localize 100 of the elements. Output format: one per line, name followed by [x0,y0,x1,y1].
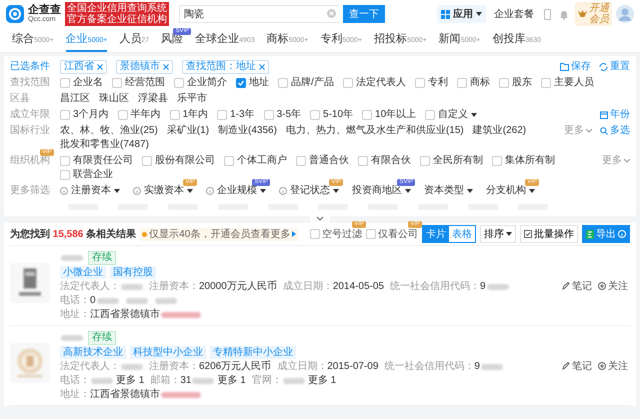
filter-dropdown[interactable]: 实缴资本 [133,184,193,198]
refresh-icon [599,63,608,71]
selected-filter-tag[interactable]: 查找范围：地址 [182,60,269,74]
filter-checkbox[interactable]: 半年内 [118,108,161,122]
filter-checkbox[interactable]: 企业简介 [174,76,227,90]
filter-checkbox[interactable]: 普通合伙 [296,154,349,168]
filter-dropdown[interactable]: 分支机构 [486,184,535,198]
filter-checkbox[interactable]: 仅看公司 [366,227,418,241]
field-label: 电话： [60,294,90,307]
view-toggle[interactable]: 卡片 [423,226,449,242]
filter-option[interactable]: 建筑业(262) [472,124,526,138]
logo-icon[interactable] [6,5,24,23]
side-filter-button[interactable]: 年份 [600,108,630,122]
side-filter-button[interactable]: 多选 [600,124,630,138]
filter-dropdown[interactable]: 企业规模 [206,184,266,198]
caret-icon [292,231,296,237]
chevron-down-icon [624,159,630,163]
caret-icon [187,189,193,193]
filter-label: 更多筛选 [10,185,50,196]
field-label: 地址： [60,388,90,401]
field-label: 地址： [60,308,90,321]
field-value: 9 [480,280,486,293]
search-field[interactable]: 陶瓷 [179,5,339,23]
filter-checkbox[interactable]: 有限合伙 [358,154,411,168]
filter-option[interactable]: 昌江区 [60,92,90,106]
field-value: 江西省景德镇市 [90,308,160,321]
search-icon [600,127,608,135]
blurred-text [161,312,201,318]
close-icon[interactable] [97,64,103,70]
caret-icon [476,12,482,16]
filter-checkbox[interactable]: 3个月内 [60,108,109,122]
filter-option[interactable]: 批发和零售业(7487) [60,138,149,152]
filter-option[interactable]: 农、林、牧、渔业(25) [60,124,158,138]
member-notice[interactable]: 仅显示40条，开通会员查看更多 [140,228,298,240]
bell-icon[interactable] [559,8,569,20]
filter-checkbox[interactable]: 全民所有制 [420,154,483,168]
filter-checkbox[interactable]: 1年内 [170,108,208,122]
batch-button[interactable]: 批量操作 [520,225,578,243]
filter-checkbox[interactable]: 个体工商户 [224,154,287,168]
field-value: 2015-07-09 [327,360,378,373]
filter-checkbox[interactable]: 5-10年 [310,108,354,122]
filter-checkbox[interactable]: 联营企业 [60,168,113,182]
filter-checkbox[interactable]: 股份有限公司 [142,154,215,168]
more-link[interactable]: 更多 1 [217,374,246,387]
filter-checkbox[interactable]: 集体所有制 [492,154,555,168]
filter-checkbox[interactable]: 法定代表人 [342,76,406,90]
selected-filter-tag[interactable]: 景德镇市 [116,60,173,74]
avatar-icon[interactable] [616,5,634,23]
search-button[interactable]: 查一下 [343,5,385,23]
company-tag: 科技型中小企业 [130,346,206,359]
reset-button[interactable]: 重置 [599,60,630,74]
filter-option[interactable]: 珠山区 [99,92,129,106]
filter-dropdown[interactable]: 资本类型 [424,184,473,198]
filter-dropdown[interactable]: 投资商地区 [352,184,411,198]
plan-link[interactable]: 企业套餐 [494,7,534,21]
field-label: 法定代表人： [60,280,120,293]
filter-checkbox[interactable]: 主要人员 [540,76,594,90]
filter-option[interactable]: 电力、热力、燃气及水生产和供应业(15) [286,124,464,138]
filter-checkbox[interactable]: 3-5年 [264,108,302,122]
phone-icon[interactable] [544,8,551,20]
filter-checkbox[interactable]: 空号过滤 [310,227,362,241]
filter-checkbox[interactable]: 经营范围 [112,76,165,90]
field-label: 统一社会信用代码： [384,360,474,373]
filter-dropdown[interactable]: 登记状态 [279,184,339,198]
filter-option[interactable]: 采矿业(1) [166,124,210,138]
filter-checkbox[interactable]: 10年以上 [362,108,416,122]
spreadsheet-icon [586,230,594,238]
sort-button[interactable]: 排序 [480,225,516,243]
close-icon[interactable] [259,64,265,70]
filter-dropdown[interactable]: 注册资本 [60,184,120,198]
filter-checkbox[interactable]: 专利 [414,76,448,90]
filter-checkbox[interactable]: 自定义 [425,108,478,122]
filter-checkbox[interactable]: 商标 [456,76,490,90]
field-label: 电话： [60,374,90,387]
filter-option[interactable]: 制造业(4356) [218,124,277,138]
blurred-text [61,335,83,341]
filter-option[interactable]: 浮梁县 [138,92,168,106]
filter-checkbox[interactable]: 有限责任公司 [60,154,133,168]
filter-checkbox[interactable]: 地址 [236,76,269,90]
filter-checkbox[interactable]: 品牌/产品 [278,76,334,90]
field-value: 0 [90,294,96,307]
more-link[interactable]: 更多 1 [308,374,336,387]
more-link[interactable]: 更多 1 [116,374,144,387]
selected-filter-tag[interactable]: 江西省 [60,60,107,74]
filter-checkbox[interactable]: 企业名 [60,76,103,90]
filter-option[interactable]: 乐平市 [177,92,207,106]
field-value: 2014-05-05 [332,280,384,293]
export-button[interactable]: 导出 [582,225,630,243]
caret-icon [114,189,120,193]
save-button[interactable]: 保存 [560,60,591,74]
certification-badge: 全国企业信用查询系统 官方备案企业征信机构 [65,2,169,26]
filter-label: 成立年限 [10,109,50,120]
blurred-text [61,255,83,261]
filter-checkbox[interactable]: 股东 [498,76,532,90]
filter-label: 区县 [10,93,30,104]
filter-checkbox[interactable]: 1-3年 [217,108,255,122]
caret-icon [333,189,339,193]
close-icon[interactable] [163,64,169,70]
apps-button[interactable]: 应用 [437,5,486,23]
field-label: 注册资本： [149,280,199,293]
